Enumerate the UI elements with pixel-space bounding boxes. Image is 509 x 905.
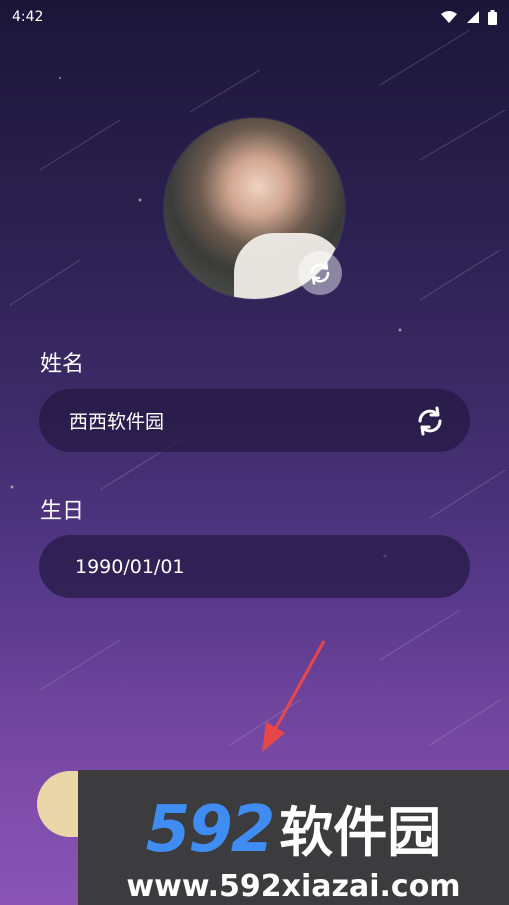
name-value[interactable]: 西西软件园	[69, 407, 164, 434]
name-refresh-icon[interactable]	[414, 405, 446, 437]
birthday-field[interactable]: 1990/01/01	[39, 535, 470, 598]
name-field[interactable]: 西西软件园	[39, 389, 470, 452]
name-label: 姓名	[40, 352, 85, 377]
watermark-url: www.592xiazai.com	[126, 869, 461, 904]
birthday-label: 生日	[40, 499, 85, 524]
wifi-icon	[441, 11, 457, 23]
birthday-value[interactable]: 1990/01/01	[75, 556, 185, 578]
watermark-brand: 软件园	[279, 801, 442, 864]
watermark-number: 592	[145, 793, 276, 867]
battery-icon	[488, 9, 497, 25]
profile-screen: 4:42 姓名 西西软件园 生日 1990/01/01 592 软件园 www.…	[0, 0, 509, 905]
avatar-container[interactable]	[164, 118, 345, 299]
signal-icon	[467, 11, 479, 23]
avatar-refresh-button[interactable]	[298, 251, 342, 295]
watermark-overlay: 592 软件园 www.592xiazai.com	[78, 770, 509, 905]
status-bar: 4:42	[0, 0, 509, 34]
status-time: 4:42	[12, 9, 44, 25]
refresh-icon	[310, 261, 330, 285]
